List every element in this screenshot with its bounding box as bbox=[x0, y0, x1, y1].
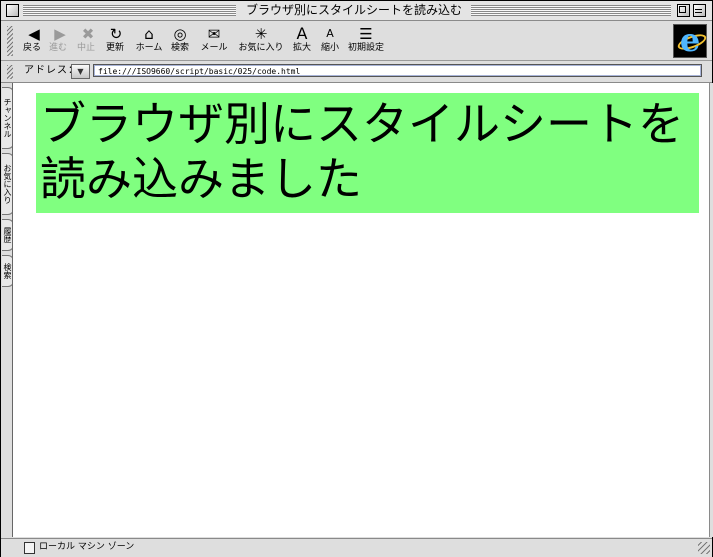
home-icon: ⌂ bbox=[144, 25, 154, 43]
stop-button[interactable]: ✖ 中止 bbox=[77, 25, 95, 54]
resize-handle-icon[interactable] bbox=[698, 542, 710, 554]
home-button[interactable]: ⌂ ホーム bbox=[135, 25, 163, 54]
toolbar-button-label: メール bbox=[200, 43, 228, 53]
preferences-icon: ☰ bbox=[359, 25, 373, 43]
title-bar-stripes-right bbox=[471, 5, 671, 16]
font-larger-icon: A bbox=[296, 24, 308, 43]
address-bar: アドレス： ▼ file:///ISO9660/script/basic/025… bbox=[1, 61, 712, 83]
zone-icon bbox=[24, 542, 35, 554]
mail-icon: ✉ bbox=[207, 25, 221, 43]
vertical-scrollbar[interactable] bbox=[709, 83, 713, 537]
font-smaller-icon: A bbox=[326, 27, 334, 40]
address-dropdown-button[interactable]: ▼ bbox=[71, 64, 90, 79]
window-title: ブラウザ別にスタイルシートを読み込む bbox=[241, 3, 467, 18]
status-bar: ローカル マシン ゾーン bbox=[1, 538, 712, 557]
toolbar-button-label: 初期設定 bbox=[347, 43, 384, 53]
search-button[interactable]: ◎ 検索 bbox=[169, 25, 191, 54]
page-heading-block: ブラウザ別にスタイルシートを読み込みました bbox=[36, 93, 699, 213]
title-bar-stripes-left bbox=[23, 5, 236, 16]
chevron-down-icon: ▼ bbox=[77, 67, 84, 76]
toolbar-button-label: 戻る bbox=[23, 43, 42, 53]
title-bar[interactable]: ブラウザ別にスタイルシートを読み込む bbox=[1, 1, 712, 21]
forward-arrow-button[interactable]: ▶ 進む bbox=[49, 25, 67, 54]
forward-arrow-icon: ▶ bbox=[54, 25, 66, 43]
address-field[interactable]: file:///ISO9660/script/basic/025/code.ht… bbox=[93, 64, 702, 77]
font-smaller-button[interactable]: A 縮小 bbox=[319, 25, 341, 54]
ie-logo-letter: e bbox=[679, 21, 701, 59]
font-larger-button[interactable]: A 拡大 bbox=[291, 25, 313, 54]
toolbar-grip[interactable] bbox=[7, 26, 13, 56]
close-box-icon[interactable] bbox=[6, 4, 19, 17]
toolbar-button-label: 検索 bbox=[170, 43, 189, 53]
address-bar-grip[interactable] bbox=[7, 65, 13, 79]
toolbar: ◀ 戻る ▶ 進む ✖ 中止 ↻ 更新 ⌂ ホーム ◎ 検索 ✉ メール ✳ お気に入り A 拡大 A 縮小 ☰ 初期設定… bbox=[1, 21, 712, 61]
toolbar-button-label: 更新 bbox=[105, 43, 124, 53]
toolbar-button-label: 拡大 bbox=[292, 43, 311, 53]
page-content[interactable]: ブラウザ別にスタイルシートを読み込みました bbox=[12, 83, 710, 537]
search-icon: ◎ bbox=[173, 25, 187, 43]
toolbar-button-label: 中止 bbox=[77, 43, 96, 53]
toolbar-button-label: 縮小 bbox=[320, 43, 339, 53]
toolbar-button-label: ホーム bbox=[135, 43, 163, 53]
back-arrow-button[interactable]: ◀ 戻る bbox=[23, 25, 41, 54]
favorites-button[interactable]: ✳ お気に入り bbox=[237, 25, 285, 54]
ie-logo-icon: e bbox=[673, 21, 707, 59]
collapse-box-icon[interactable] bbox=[693, 4, 706, 17]
explorer-bar-tabs: チャンネル お気に入り 履歴 検索 bbox=[1, 83, 14, 537]
favorites-icon: ✳ bbox=[254, 25, 268, 43]
page-heading: ブラウザ別にスタイルシートを読み込みました bbox=[40, 97, 684, 206]
toolbar-button-label: 進む bbox=[49, 43, 68, 53]
mail-button[interactable]: ✉ メール bbox=[199, 25, 229, 54]
preferences-button[interactable]: ☰ 初期設定 bbox=[347, 25, 385, 54]
back-arrow-icon: ◀ bbox=[28, 25, 40, 43]
toolbar-button-label: お気に入り bbox=[238, 43, 284, 53]
zoom-box-icon[interactable] bbox=[677, 4, 690, 17]
refresh-button[interactable]: ↻ 更新 bbox=[105, 25, 125, 54]
browser-window: ブラウザ別にスタイルシートを読み込む ◀ 戻る ▶ 進む ✖ 中止 ↻ 更新 ⌂ ホーム ◎ 検索 ✉ メ… bbox=[0, 0, 713, 557]
stop-icon: ✖ bbox=[81, 25, 95, 43]
security-zone-text: ローカル マシン ゾーン bbox=[39, 542, 135, 552]
refresh-icon: ↻ bbox=[109, 25, 123, 43]
